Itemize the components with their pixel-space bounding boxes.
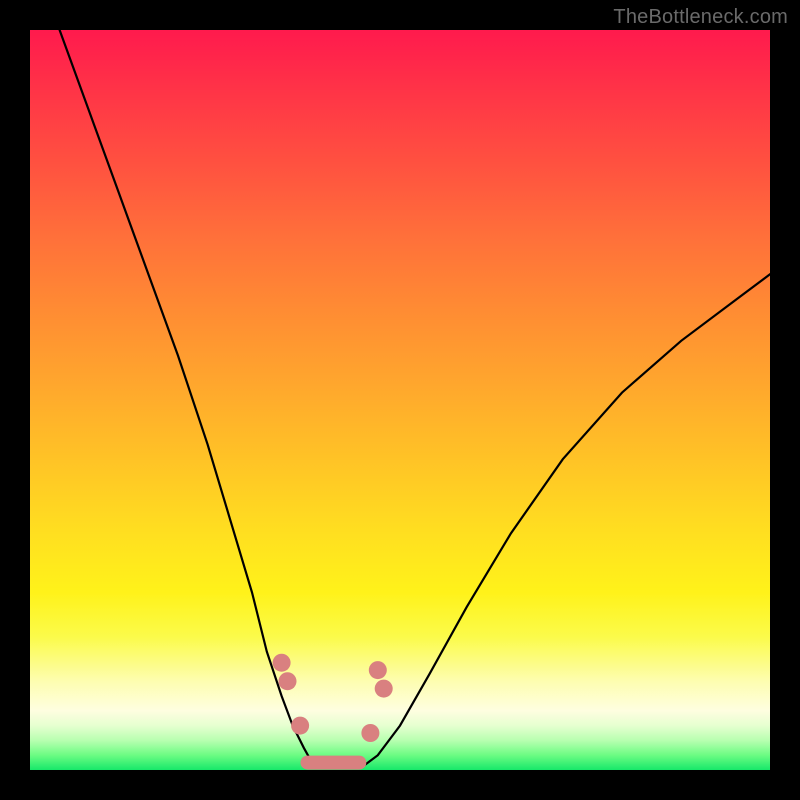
data-marker bbox=[369, 661, 387, 679]
data-marker bbox=[375, 680, 393, 698]
marker-group bbox=[273, 654, 393, 742]
watermark-text: TheBottleneck.com bbox=[613, 6, 788, 29]
data-marker bbox=[273, 654, 291, 672]
data-marker bbox=[291, 717, 309, 735]
gradient-plot-area bbox=[30, 30, 770, 770]
right-curve bbox=[363, 274, 770, 766]
data-marker bbox=[361, 724, 379, 742]
curve-layer bbox=[30, 30, 770, 770]
data-marker bbox=[279, 672, 297, 690]
